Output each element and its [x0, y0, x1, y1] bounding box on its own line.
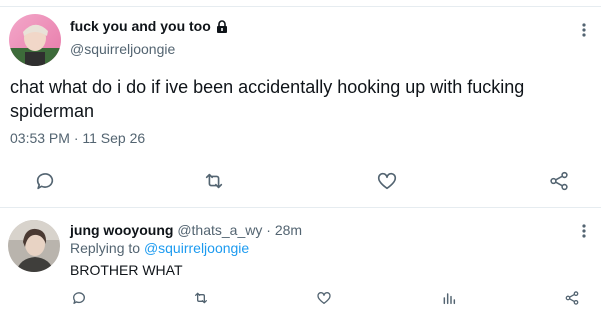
lock-icon: [216, 19, 228, 33]
timestamp[interactable]: 03:53 PM · 11 Sep 26: [10, 130, 145, 146]
heart-icon[interactable]: [316, 290, 332, 306]
share-icon[interactable]: [548, 170, 570, 192]
avatar[interactable]: [9, 14, 61, 66]
replying-to-link[interactable]: @squirreljoongie: [144, 240, 249, 256]
handle[interactable]: @squirreljoongie: [70, 41, 175, 57]
action-bar: [0, 170, 601, 196]
relative-time[interactable]: 28m: [275, 222, 302, 238]
analytics-icon[interactable]: [441, 290, 457, 306]
action-bar: [0, 290, 601, 308]
share-icon[interactable]: [564, 290, 580, 306]
comment-icon[interactable]: [34, 170, 56, 192]
more-vertical-icon[interactable]: [581, 223, 587, 239]
display-name[interactable]: jung wooyoung: [70, 222, 173, 238]
tweet-text: chat what do i do if ive been accidental…: [10, 77, 525, 121]
separator: ·: [266, 222, 271, 238]
retweet-icon[interactable]: [203, 170, 225, 192]
retweet-icon[interactable]: [193, 290, 209, 306]
main-tweet: fuck you and you too @squirreljoongie ch…: [0, 7, 601, 207]
avatar[interactable]: [8, 220, 60, 272]
heart-icon[interactable]: [376, 170, 398, 192]
more-vertical-icon[interactable]: [581, 22, 587, 38]
reply-tweet: jung wooyoung @thats_a_wy · 28m Replying…: [0, 208, 601, 319]
replying-prefix: Replying to: [70, 240, 141, 256]
tweet-text: BROTHER WHAT: [70, 262, 183, 278]
comment-icon[interactable]: [71, 290, 87, 306]
handle[interactable]: @thats_a_wy: [177, 222, 262, 238]
replying-to: Replying to @squirreljoongie: [70, 240, 249, 256]
display-name[interactable]: fuck you and you too: [70, 18, 211, 34]
